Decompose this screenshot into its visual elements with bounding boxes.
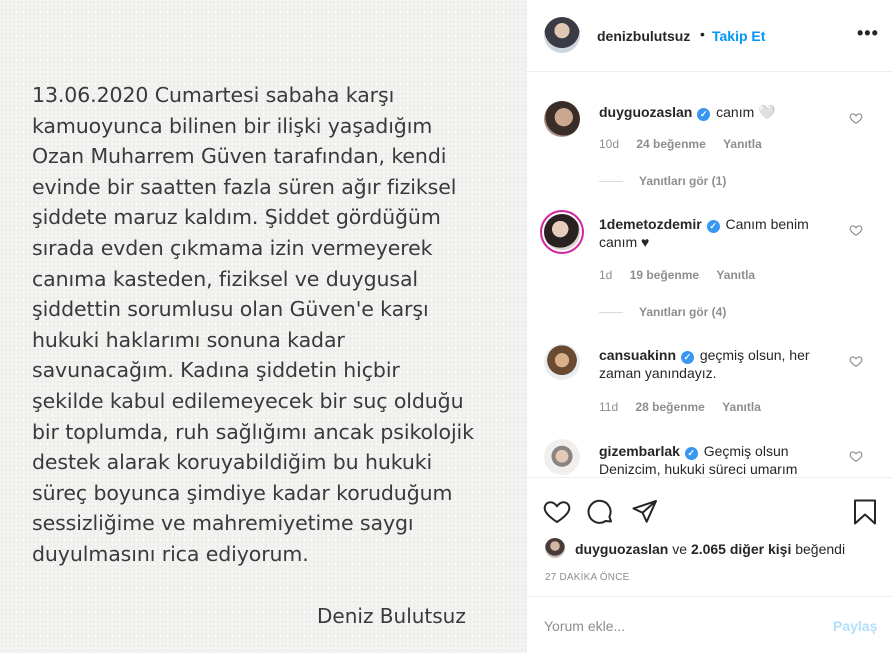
avatar[interactable] <box>544 17 580 53</box>
post-comment-button[interactable]: Paylaş <box>833 618 877 634</box>
comment-meta: 10d 24 beğenme Yanıtla <box>599 137 776 151</box>
post-line: duyulmasını rica ediyorum. <box>32 541 309 566</box>
verified-icon: ✓ <box>706 220 720 233</box>
post-signature: Deniz Bulutsuz <box>317 604 466 628</box>
verified-icon: ✓ <box>680 351 694 364</box>
view-replies-button[interactable]: Yanıtları gör (1) <box>599 174 726 188</box>
post-line: canıma kasteden, fiziksel ve duygusal <box>32 266 419 291</box>
follow-button[interactable]: Takip Et <box>712 28 765 44</box>
likes-count[interactable]: 2.065 diğer kişi <box>691 541 791 557</box>
post-line: bir toplumda, ruh sağlığımı ancak psikol… <box>32 419 474 444</box>
verified-icon: ✓ <box>697 108 711 121</box>
comment-time: 11d <box>599 400 619 414</box>
comment-body: gizembarlak ✓ Geçmiş olsun Denizcim, huk… <box>599 442 849 477</box>
post-line: şekilde kabul edilemeyecek bir suç olduğ… <box>32 388 464 413</box>
bookmark-icon[interactable] <box>851 498 879 526</box>
comment-body: 1demetozdemir ✓ Canım benim canım ♥ <box>599 215 849 251</box>
heart-icon[interactable] <box>849 449 863 463</box>
post-timestamp: 27 DAKİKA ÖNCE <box>545 572 630 583</box>
separator-dot: • <box>700 26 705 42</box>
comment-username[interactable]: duyguozaslan <box>599 104 692 120</box>
comment-username[interactable]: cansuakinn <box>599 347 676 363</box>
post-line: süreç boyunca şimdiye kadar koruduğum <box>32 480 453 505</box>
post-line: sessizliğime ve mahremiyetime saygı <box>32 511 414 536</box>
post-line: kamuoyunca bilinen bir ilişki yaşadığım <box>32 113 433 138</box>
comment-time: 10d <box>599 137 620 151</box>
comment-input[interactable] <box>544 615 814 637</box>
avatar[interactable] <box>544 344 580 380</box>
post-line: savunacağım. Kadına şiddetin hiçbir <box>32 358 400 383</box>
post-line: şiddettin sorumlusu olan Güven'e karşı <box>32 297 429 322</box>
post-line: 13.06.2020 Cumartesi sabaha karşı <box>32 83 395 107</box>
post-line: destek alarak koruyabildiğim bu hukuki <box>32 450 433 475</box>
likes-summary: duyguozaslan ve 2.065 diğer kişi beğendi <box>575 541 845 557</box>
likes-suffix: beğendi <box>795 541 846 557</box>
divider <box>527 477 892 478</box>
author-username[interactable]: denizbulutsuz <box>597 28 690 44</box>
heart-icon[interactable] <box>849 223 863 237</box>
post-header: denizbulutsuz • Takip Et ••• <box>527 0 892 72</box>
post-line: şiddete maruz kaldım. Şiddet gördüğüm <box>32 205 441 230</box>
avatar[interactable] <box>544 101 580 137</box>
divider <box>599 181 623 183</box>
comment-text: canım 🤍 <box>716 104 776 120</box>
comment-meta: 11d 28 beğenme Yanıtla <box>599 400 775 414</box>
view-replies-label: Yanıtları gör (1) <box>639 174 727 188</box>
heart-icon[interactable] <box>849 111 863 125</box>
comment-likes[interactable]: 28 beğenme <box>635 400 704 414</box>
avatar[interactable] <box>545 538 565 558</box>
view-replies-button[interactable]: Yanıtları gör (4) <box>599 305 726 319</box>
reply-button[interactable]: Yanıtla <box>723 137 762 151</box>
reply-button[interactable]: Yanıtla <box>722 400 761 414</box>
share-icon[interactable] <box>631 498 659 526</box>
comment-likes[interactable]: 24 beğenme <box>636 137 705 151</box>
comment-body: duyguozaslan ✓ canım 🤍 <box>599 103 849 121</box>
comment-likes[interactable]: 19 beğenme <box>630 268 699 282</box>
more-options-icon[interactable]: ••• <box>857 24 878 44</box>
liker-username[interactable]: duyguozaslan <box>575 541 668 557</box>
avatar[interactable] <box>544 214 580 250</box>
post-side-panel: denizbulutsuz • Takip Et ••• duyguozasla… <box>526 0 892 653</box>
verified-icon: ✓ <box>684 447 698 460</box>
view-replies-label: Yanıtları gör (4) <box>639 305 727 319</box>
reply-button[interactable]: Yanıtla <box>716 268 755 282</box>
comments-list[interactable]: duyguozaslan ✓ canım 🤍 10d 24 beğenme Ya… <box>527 73 892 477</box>
comment-time: 1d <box>599 268 613 282</box>
add-comment-bar: Paylaş <box>527 596 892 653</box>
heart-icon[interactable] <box>543 498 571 526</box>
comment-username[interactable]: gizembarlak <box>599 443 680 459</box>
post-line: sırada evden çıkmama izin vermeyerek <box>32 235 433 260</box>
post-line: evinde bir saatten fazla süren ağır fizi… <box>32 174 457 199</box>
comment-body: cansuakinn ✓ geçmiş olsun, her zaman yan… <box>599 346 849 382</box>
divider <box>599 312 623 314</box>
comment-icon[interactable] <box>587 498 615 526</box>
likes-connector: ve <box>672 541 688 557</box>
avatar[interactable] <box>544 439 580 475</box>
post-image: 13.06.2020 Cumartesi sabaha karşı kamuoy… <box>0 0 526 653</box>
post-statement: 13.06.2020 Cumartesi sabaha karşı kamuoy… <box>32 80 512 570</box>
post-line: Ozan Muharrem Güven tarafından, kendi <box>32 144 447 169</box>
comment-username[interactable]: 1demetozdemir <box>599 216 702 232</box>
post-line: hukuki haklarımı sonuna kadar <box>32 327 345 352</box>
heart-icon[interactable] <box>849 354 863 368</box>
comment-meta: 1d 19 beğenme Yanıtla <box>599 268 769 282</box>
